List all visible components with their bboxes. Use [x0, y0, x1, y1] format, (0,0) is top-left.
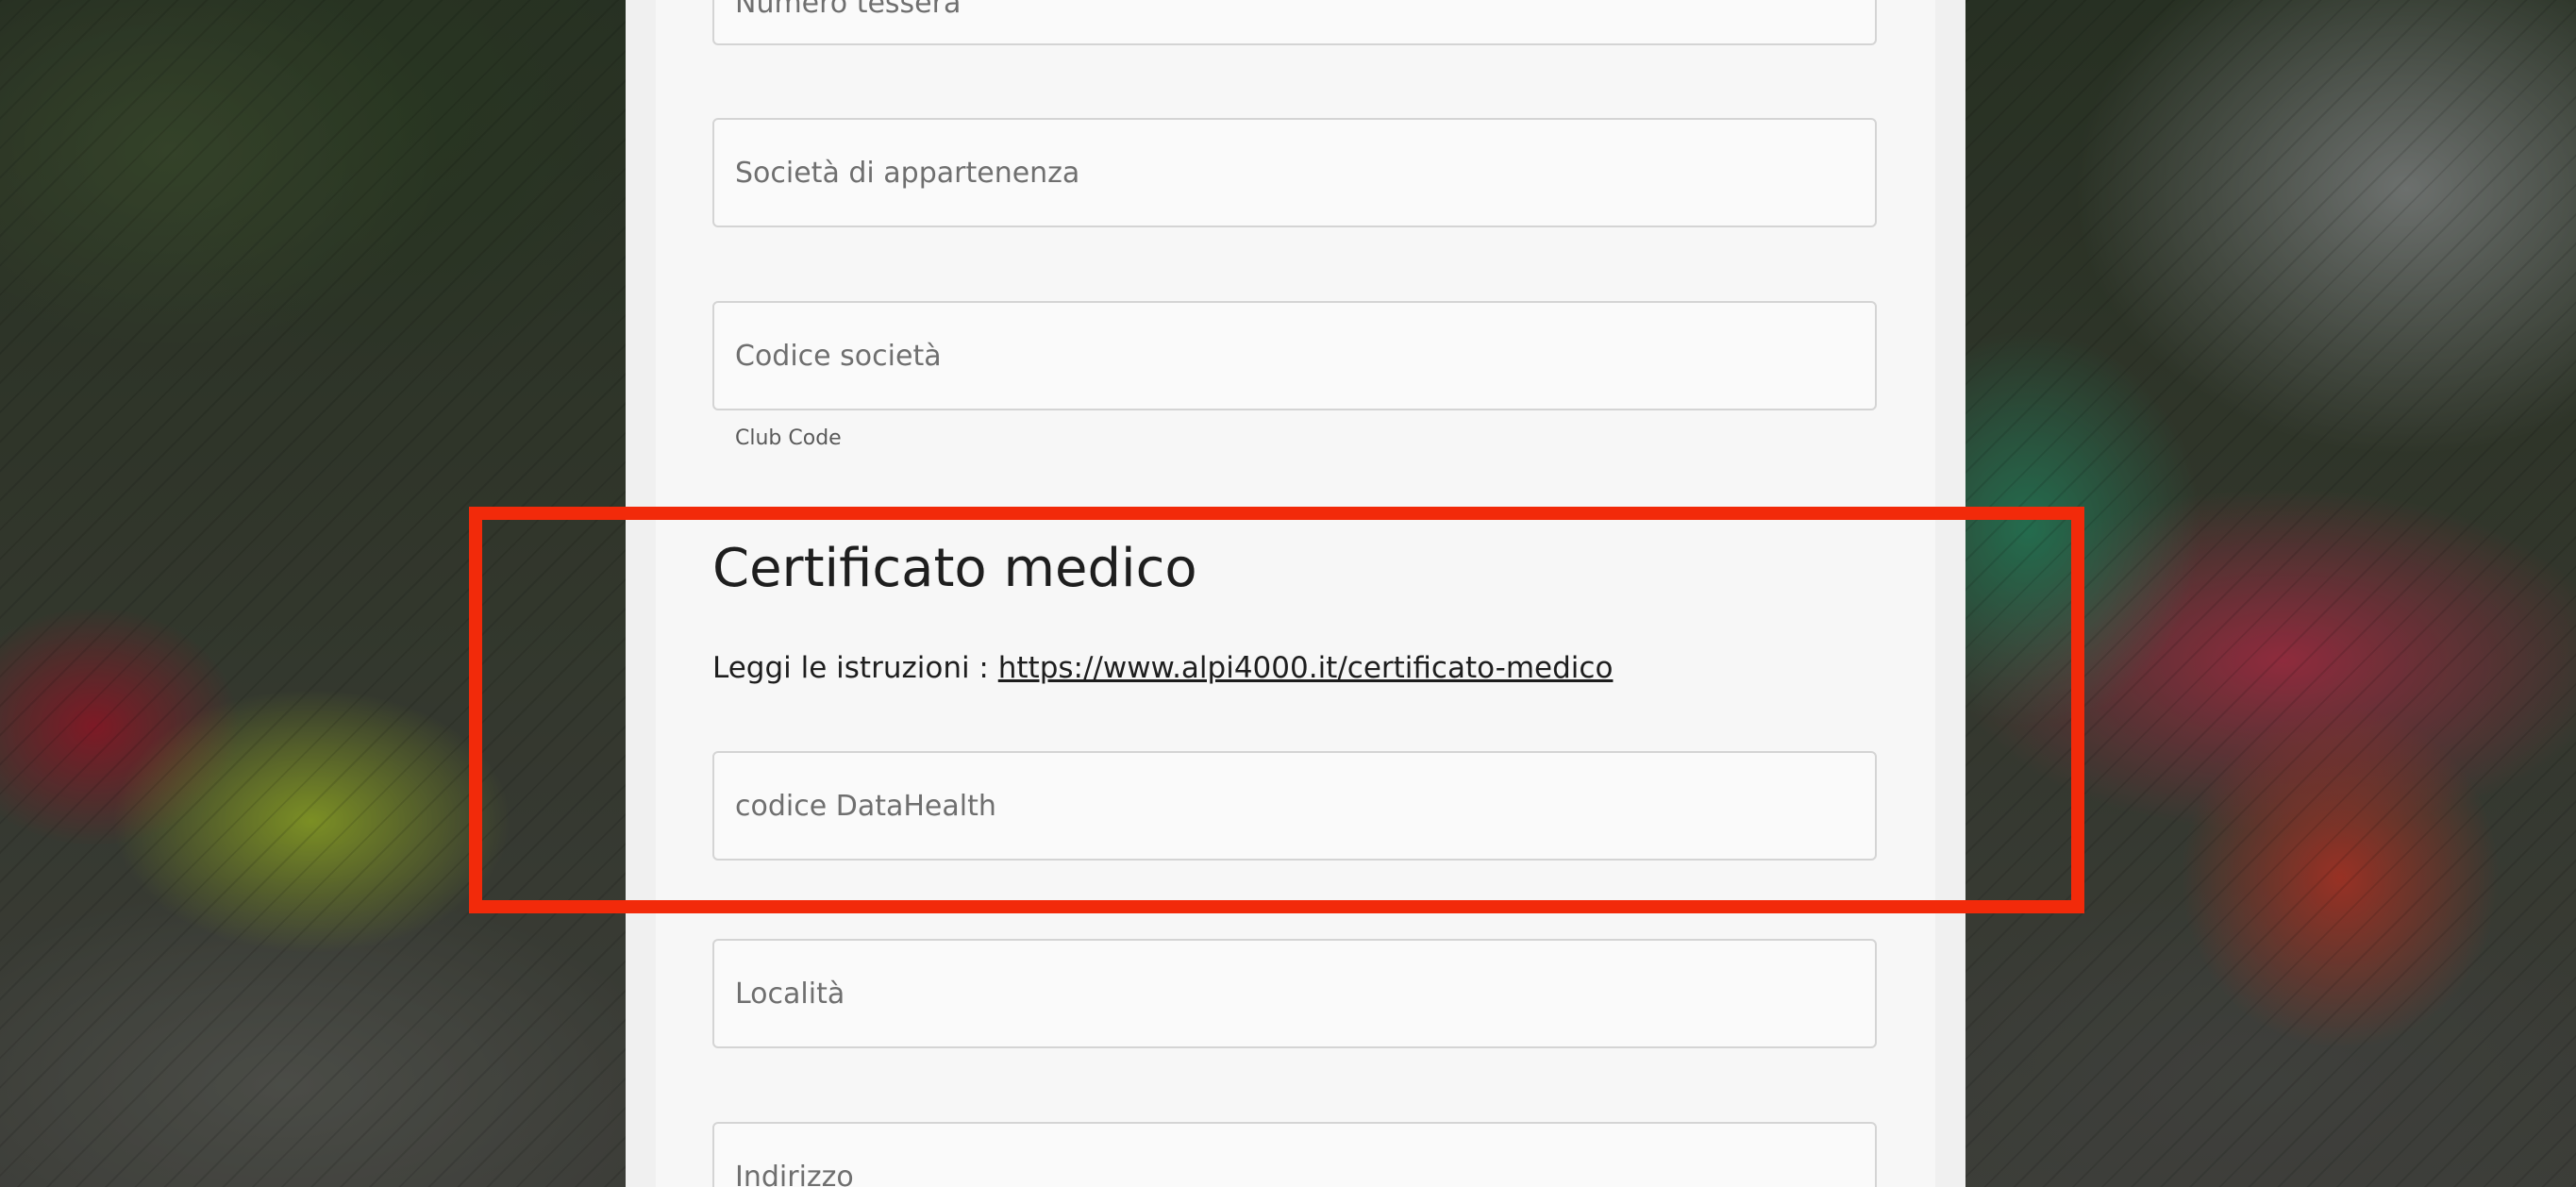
card-number-input[interactable] [714, 0, 1875, 43]
club-name-input[interactable] [714, 120, 1875, 226]
card-number-field[interactable] [712, 0, 1877, 45]
locality-field[interactable] [712, 939, 1877, 1048]
medical-certificate-heading: Certificato medico [712, 538, 1197, 599]
datahealth-code-input[interactable] [714, 753, 1875, 859]
medical-certificate-link[interactable]: https://www.alpi4000.it/certificato-medi… [998, 651, 1614, 685]
club-name-field[interactable] [712, 118, 1877, 227]
club-code-field[interactable] [712, 301, 1877, 410]
datahealth-code-field[interactable] [712, 751, 1877, 861]
instructions-prefix: Leggi le istruzioni : [712, 651, 998, 685]
page: Club Code Certificato medico Leggi le is… [0, 0, 2576, 1187]
address-input[interactable] [714, 1124, 1875, 1187]
address-field[interactable] [712, 1122, 1877, 1187]
medical-instructions: Leggi le istruzioni : https://www.alpi40… [712, 651, 1613, 685]
club-code-help-text: Club Code [735, 426, 842, 450]
locality-input[interactable] [714, 941, 1875, 1046]
club-code-input[interactable] [714, 303, 1875, 409]
